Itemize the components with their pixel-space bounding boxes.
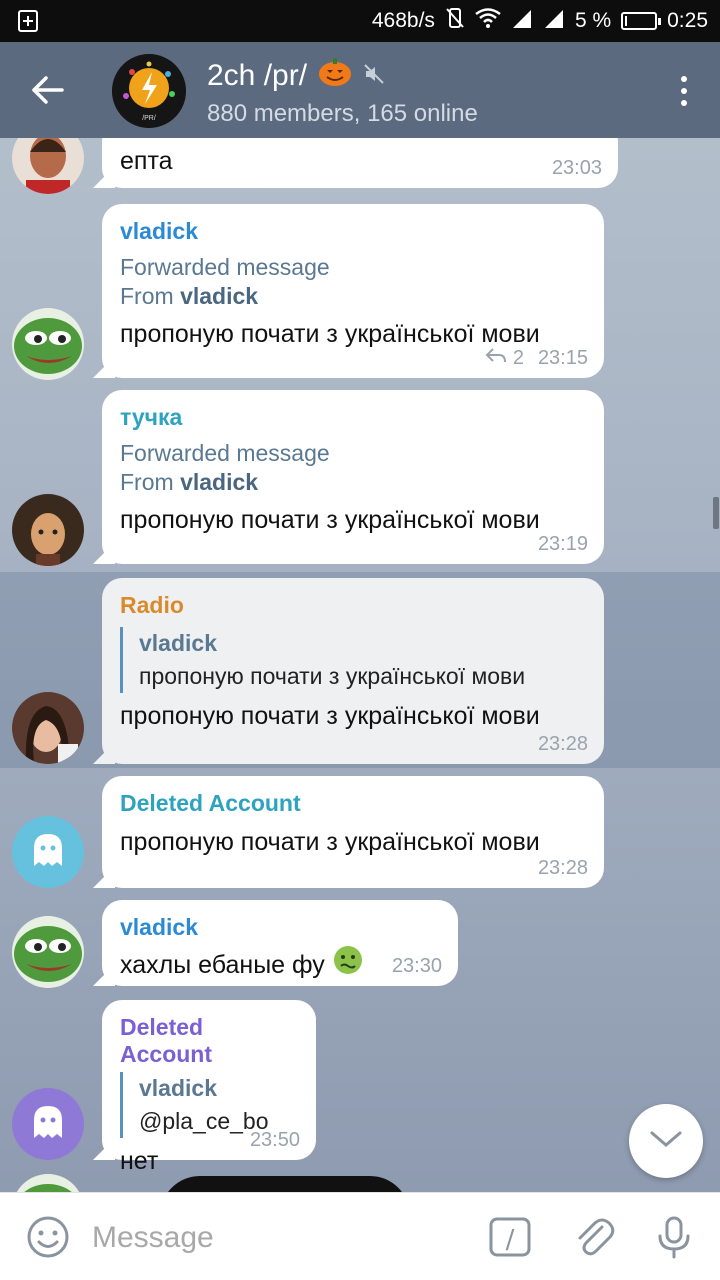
chat-title: 2ch /pr/: [207, 59, 308, 92]
forwarded-from-label: From: [120, 469, 174, 495]
forwarded-from-name[interactable]: vladick: [180, 283, 258, 309]
message-author[interactable]: Deleted Account: [120, 790, 586, 817]
message-composer: Message /: [0, 1192, 720, 1280]
avatar[interactable]: [12, 494, 84, 566]
chevron-down-icon: [649, 1129, 683, 1154]
avatar[interactable]: [12, 816, 84, 888]
scroll-down-button[interactable]: [629, 1104, 703, 1178]
message-text: пропоную почати з української мови: [120, 828, 540, 856]
message-author[interactable]: Radio: [120, 592, 586, 619]
message-text: пропоную почати з української мови: [120, 702, 540, 730]
clock: 0:25: [667, 9, 708, 32]
bot-command-symbol: /: [506, 1225, 515, 1255]
message-text: пропоную почати з української мови: [120, 506, 540, 534]
sim-icon: [18, 10, 38, 37]
message-time: 23:19: [537, 533, 588, 555]
battery-percent: 5 %: [574, 9, 612, 32]
avatar[interactable]: [12, 1088, 84, 1160]
forwarded-label: Forwarded message: [120, 440, 330, 466]
signal-icon-1: [511, 8, 533, 34]
message-time: 23:28: [537, 733, 588, 755]
reply-count-icon: [485, 346, 507, 370]
avatar[interactable]: [12, 308, 84, 380]
message-text: хахлы ебаные фу: [120, 950, 325, 979]
chat-subtitle: 880 members, 165 online: [207, 100, 478, 127]
nauseated-face-emoji-icon: [333, 945, 363, 984]
message-time: 23:15: [537, 346, 588, 369]
avatar[interactable]: [12, 916, 84, 988]
message-list[interactable]: епта 23:03 vladick Forwarded message Fro…: [0, 138, 720, 1192]
forwarded-label: Forwarded message: [120, 254, 330, 280]
message-bubble[interactable]: тучка Forwarded message From vladick про…: [102, 390, 604, 564]
avatar[interactable]: [12, 138, 84, 194]
message-text: епта: [120, 147, 173, 175]
message-bubble[interactable]: Radio vladick пропоную почати з українсь…: [102, 578, 604, 764]
message-author[interactable]: vladick: [120, 914, 440, 941]
message-bubble[interactable]: епта 23:03: [102, 138, 618, 188]
scrollbar[interactable]: [713, 497, 719, 529]
chat-info[interactable]: 2ch /pr/ 880 members, 165 online: [207, 56, 478, 128]
microphone-icon[interactable]: [652, 1215, 696, 1259]
network-speed: 468b/s: [371, 9, 435, 32]
emoji-icon[interactable]: [26, 1215, 70, 1259]
message-author[interactable]: vladick: [120, 218, 586, 245]
avatar[interactable]: [12, 1174, 84, 1192]
pumpkin-icon: [317, 56, 353, 96]
message-time: 23:28: [537, 857, 588, 879]
vibrate-off-icon: [445, 7, 465, 35]
message-bubble[interactable]: vladick хахлы ебаные фу 23:30: [102, 900, 458, 986]
wifi-icon: [475, 8, 501, 34]
message-author[interactable]: Deleted Account: [120, 1014, 298, 1068]
reply-count: 2: [512, 346, 524, 369]
reply-preview-author: vladick: [139, 630, 217, 656]
muted-icon: [363, 59, 385, 93]
reply-preview-author: vladick: [139, 1075, 217, 1101]
message-time: 23:03: [551, 157, 602, 179]
battery-icon: [621, 12, 662, 30]
group-avatar-label: /PR/: [142, 115, 156, 122]
reply-preview[interactable]: vladick пропоную почати з української мо…: [120, 627, 586, 693]
forwarded-from-label: From: [120, 283, 174, 309]
message-author[interactable]: тучка: [120, 404, 586, 431]
message-time: 23:50: [249, 1129, 300, 1151]
reply-preview-text: пропоную почати з української мови: [139, 663, 526, 689]
message-bubble[interactable]: Deleted Account vladick @pla_ce_bo нет 2…: [102, 1000, 316, 1175]
message-input[interactable]: Message: [92, 1221, 214, 1255]
media-preview[interactable]: [160, 1176, 410, 1192]
back-arrow-icon[interactable]: [28, 72, 68, 108]
message-time: 23:30: [391, 955, 442, 977]
more-options-icon[interactable]: [678, 76, 690, 108]
status-bar: 468b/s 5 % 0:25: [0, 0, 720, 42]
message-bubble[interactable]: Deleted Account пропоную почати з україн…: [102, 776, 604, 888]
attach-icon[interactable]: [572, 1215, 616, 1259]
forwarded-from-name[interactable]: vladick: [180, 469, 258, 495]
chat-header: /PR/ 2ch /pr/ 880 members, 165 online: [0, 42, 720, 138]
message-bubble[interactable]: vladick Forwarded message From vladick п…: [102, 204, 604, 378]
bot-command-button[interactable]: /: [488, 1215, 532, 1259]
group-avatar[interactable]: /PR/: [112, 54, 186, 128]
avatar[interactable]: [12, 692, 84, 764]
signal-icon-2: [543, 8, 565, 34]
